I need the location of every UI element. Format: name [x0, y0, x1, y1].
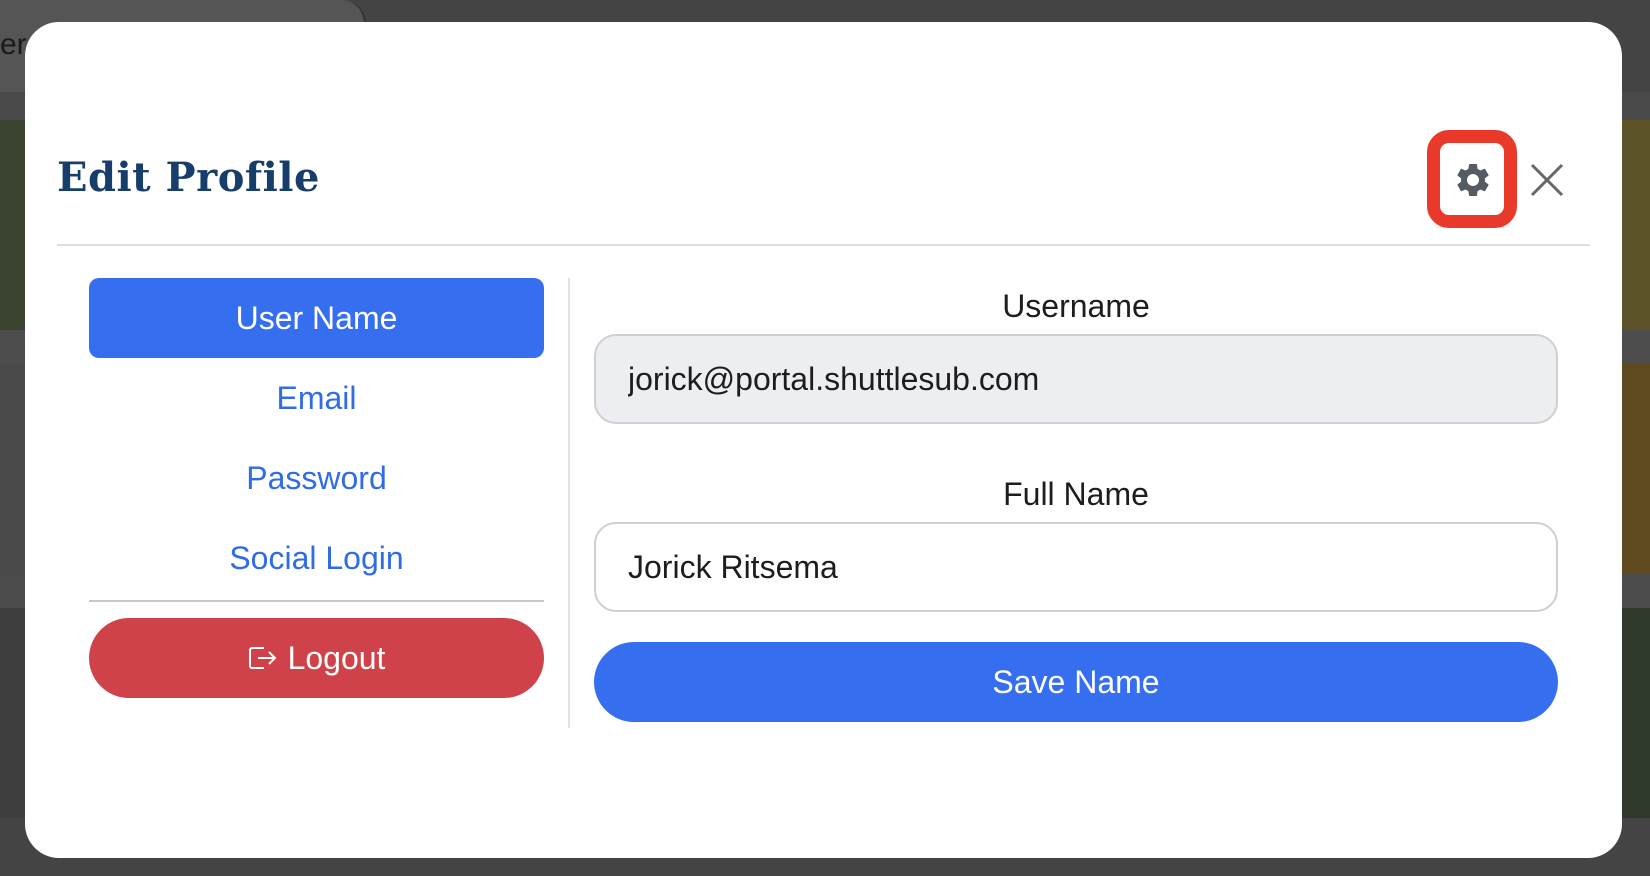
gear-icon [1457, 163, 1489, 196]
profile-nav: User Name Email Password Social Login Lo… [89, 278, 544, 698]
modal-title: Edit Profile [57, 154, 320, 201]
close-icon [1530, 163, 1564, 197]
fullname-label: Full Name [1003, 476, 1149, 512]
username-label: Username [1002, 288, 1150, 324]
nav-item-password[interactable]: Password [89, 438, 544, 518]
nav-item-user-name[interactable]: User Name [89, 278, 544, 358]
nav-divider [89, 600, 544, 602]
nav-item-email[interactable]: Email [89, 358, 544, 438]
close-button[interactable] [1525, 158, 1569, 202]
nav-item-social-login[interactable]: Social Login [89, 518, 544, 598]
username-field[interactable] [594, 334, 1558, 424]
fullname-field[interactable] [594, 522, 1558, 612]
modal-header [57, 22, 1590, 246]
edit-profile-modal: Edit Profile User Name Email Password So… [25, 22, 1622, 858]
settings-button[interactable] [1451, 158, 1495, 202]
logout-label: Logout [287, 639, 386, 676]
background-tab-text: er [0, 28, 27, 61]
logout-button[interactable]: Logout [89, 618, 544, 698]
logout-icon [248, 647, 276, 669]
vertical-divider [568, 278, 570, 728]
username-form: Username Full Name Save Name [594, 278, 1558, 722]
save-name-button[interactable]: Save Name [594, 642, 1558, 722]
